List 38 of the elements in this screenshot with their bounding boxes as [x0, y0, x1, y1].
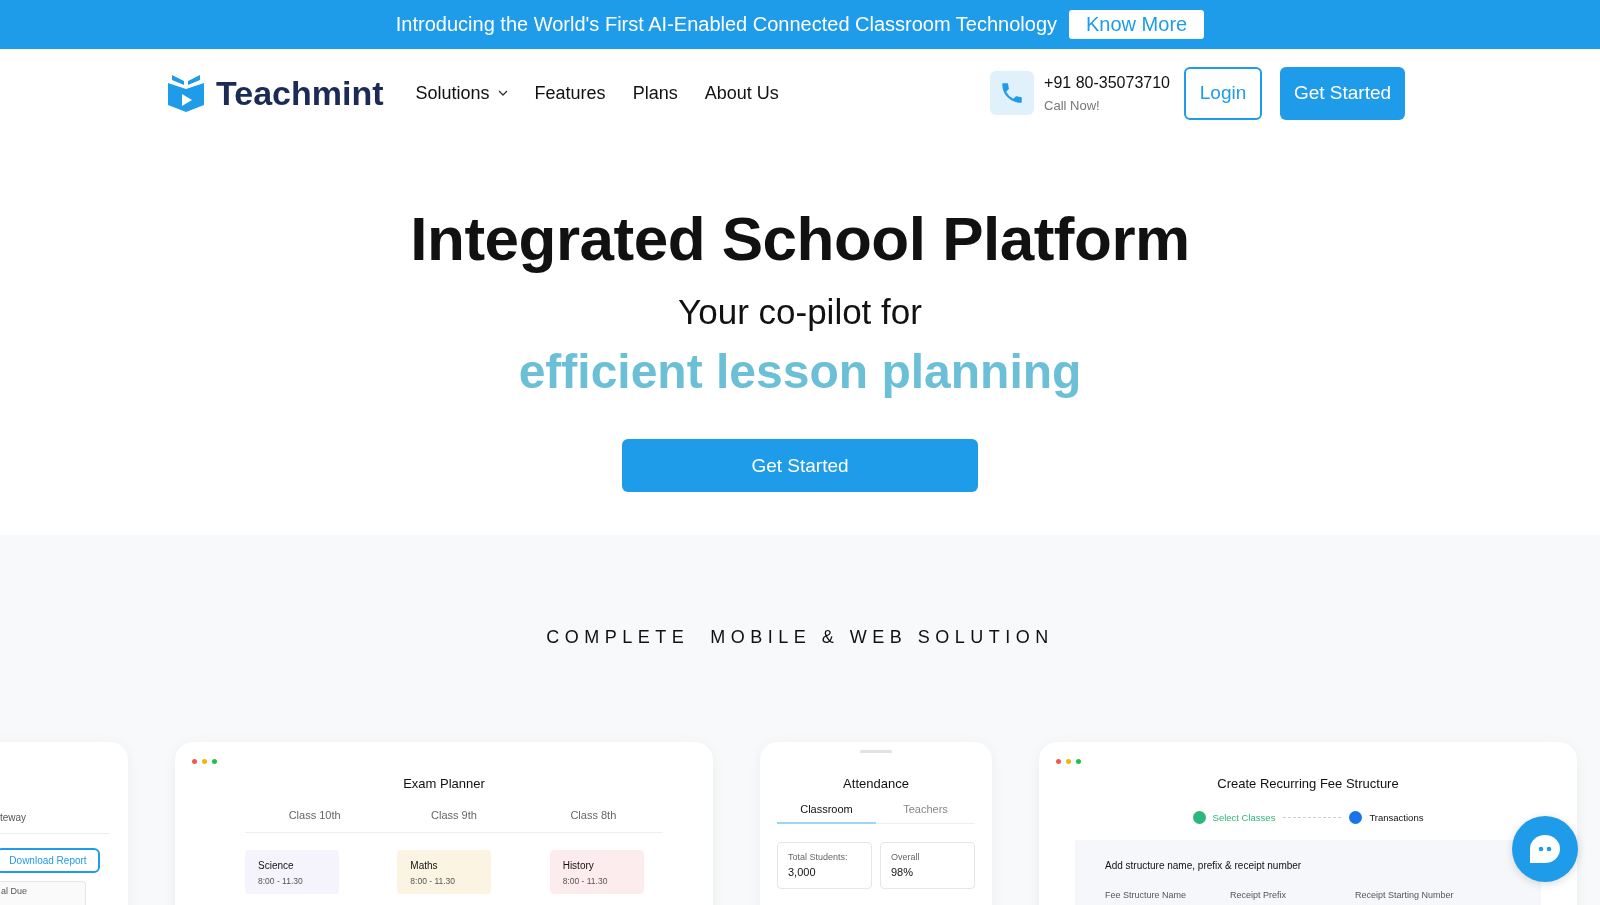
step-label: Transactions	[1369, 812, 1424, 823]
chat-bubble-icon	[1528, 833, 1562, 865]
form-heading: Add structure name, prefix & receipt number	[1105, 860, 1303, 871]
card-title: Create Recurring Fee Structure	[1217, 776, 1399, 791]
exam-slot: Science 8:00 - 11.30	[245, 850, 339, 894]
hero-highlight: efficient lesson planning	[518, 344, 1082, 399]
phone-number: +91 80-35073710	[1044, 73, 1170, 92]
field-label: Fee Structure Name	[1105, 890, 1188, 900]
stat-card: Total Students: 3,000	[777, 842, 872, 889]
tab[interactable]: Classroom	[777, 803, 876, 824]
card-title: Exam Planner	[403, 776, 485, 791]
step-label: Select Classes	[1212, 812, 1276, 823]
field-label: Receipt Starting Number	[1355, 890, 1455, 900]
input-field[interactable]: al Due	[0, 881, 86, 905]
nav-link[interactable]: Features	[534, 82, 606, 104]
nav-link[interactable]: Solutions	[415, 82, 508, 104]
brand-name: Teachmint	[216, 73, 384, 113]
exam-slot: Maths 8:00 - 11.30	[397, 850, 492, 894]
class-label: Class 9th	[430, 809, 478, 823]
call-now-caption: Call Now!	[1044, 97, 1101, 113]
tab[interactable]: Teachers	[876, 803, 975, 824]
field-label: Receipt Prefix	[1230, 890, 1288, 900]
hero-title: Integrated School Platform	[410, 203, 1190, 274]
section-heading: COMPLETE MOBILE & WEB SOLUTION	[545, 626, 1055, 648]
announcement-text: Introducing the World's First AI-Enabled Connected Classroom Technology	[395, 13, 1057, 36]
hero-subtitle: Your co-pilot for	[678, 292, 922, 332]
gateway-label: teway	[0, 742, 110, 834]
logo-book-icon	[166, 73, 206, 113]
card-title: Attendance	[843, 776, 909, 791]
class-label: Class 10th	[287, 809, 342, 823]
nav-link[interactable]: About Us	[704, 82, 779, 104]
exam-slot: History 8:00 - 11.30	[549, 850, 644, 894]
nav-link[interactable]: Plans	[632, 82, 678, 104]
phone-icon	[990, 71, 1035, 115]
stat-card: Overall 98%	[880, 842, 975, 889]
window-dots-icon	[1056, 759, 1081, 764]
class-label: Class 8th	[569, 809, 618, 823]
window-dots-icon	[192, 759, 217, 764]
